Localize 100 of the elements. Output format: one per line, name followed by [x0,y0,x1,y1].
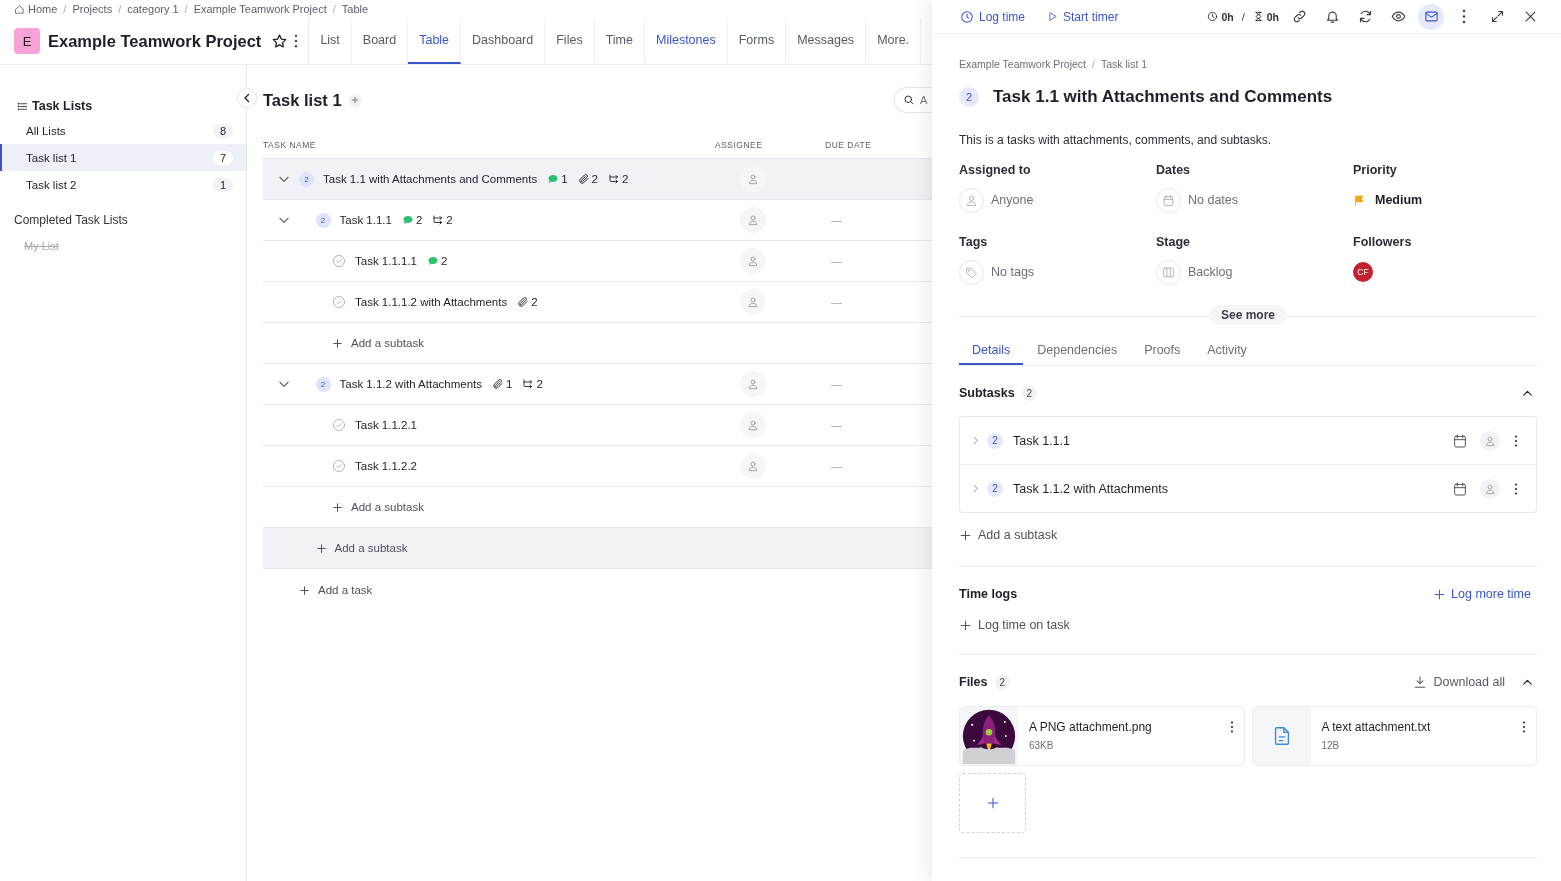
field-value[interactable]: Medium [1375,193,1423,207]
task-name[interactable]: Task 1.1.1 [339,214,392,226]
add-subtask-button[interactable]: Add a subtask [959,528,1058,542]
subtask-icon [522,378,535,390]
start-timer-button[interactable]: Start timer [1047,9,1119,24]
assignee-button[interactable] [740,371,766,397]
due-date: — [831,214,842,226]
more-icon[interactable] [1522,721,1526,733]
file-card[interactable]: A text attachment.txt 12B [1251,706,1537,766]
task-name[interactable]: Task 1.1.2 with Attachments [339,378,483,390]
tab[interactable]: Proofs [1131,343,1194,365]
bell-icon [1324,9,1340,24]
tab[interactable]: Dependencies [1024,343,1131,365]
check-circle-icon[interactable] [332,295,346,309]
subtask-name[interactable]: Task 1.1.1 [1013,433,1070,448]
field-value[interactable]: Anyone [991,193,1034,207]
task-row[interactable]: Task 1.1.2.2 — [263,446,932,487]
nav-tab[interactable]: Board [351,18,409,64]
task-row[interactable]: 2 Task 1.1 with Attachments and Comments 1 2 2 [263,159,932,200]
assignee-button[interactable] [1480,430,1500,451]
star-icon[interactable] [271,32,289,50]
sidebar-item[interactable]: All Lists 8 [0,117,246,144]
field-value[interactable]: Backlog [1188,265,1233,279]
breadcrumb-link[interactable]: Example Teamwork Project [193,3,327,15]
tab[interactable]: Details [959,343,1024,365]
attachment-count: 2 [591,173,598,185]
calendar-icon[interactable] [1452,480,1468,497]
subtask-name[interactable]: Task 1.1.2 with Attachments [1013,481,1168,496]
collapse-sidebar-button[interactable] [237,88,257,108]
search-field[interactable]: A [894,87,932,113]
check-circle-icon[interactable] [332,459,346,473]
task-row[interactable]: Task 1.1.1.1 2 — [263,241,932,282]
subtask-count-badge: 2 [987,432,1003,449]
task-count: 1 [212,177,233,192]
breadcrumb-separator: / [63,3,67,15]
assignee-button[interactable] [740,207,766,233]
follower-avatar[interactable]: CF [1353,262,1373,282]
log-more-time-button[interactable]: Log more time [1433,587,1531,601]
assignee-button[interactable] [740,248,766,274]
log-time-button[interactable]: Log time on task [959,618,1070,632]
field-value[interactable]: No dates [1188,193,1239,207]
task-name[interactable]: Task 1.1 with Attachments and Comments [323,173,538,185]
breadcrumb-link[interactable]: Table [341,3,369,15]
task-row[interactable]: Task 1.1.2.1 — [263,405,932,446]
task-row[interactable]: Task 1.1.1.2 with Attachments 2 — [263,282,932,323]
assignee-button[interactable] [1480,478,1500,499]
nav-tab[interactable]: More. [866,18,922,64]
nav-tab[interactable]: Messages [786,18,867,64]
file-size: 63KB [1029,740,1055,751]
task-row[interactable]: 2 Task 1.1.1 2 2 — [263,200,932,241]
more-icon[interactable] [1229,721,1234,733]
breadcrumb-link[interactable]: Home [14,3,58,15]
add-subtask-button[interactable]: Add a subtask [315,542,408,554]
task-name[interactable]: Task 1.1.2.1 [355,419,417,431]
nav-tab[interactable]: Milestones [644,18,728,64]
task-name[interactable]: Task 1.1.1.1 [355,255,417,267]
assignee-button[interactable] [740,453,766,479]
paperclip-icon [492,378,505,390]
nav-tab[interactable]: Dashboard [461,18,546,64]
nav-tab[interactable]: Time [594,18,645,64]
person-icon [965,193,978,207]
sidebar-item[interactable]: Task list 2 1 [0,171,246,198]
see-more-button[interactable]: See more [1209,305,1287,325]
log-time-button[interactable]: Log time [960,9,1026,24]
add-task-button[interactable]: Add a task [299,584,373,596]
check-circle-icon[interactable] [332,254,346,268]
sidebar-item[interactable]: Task list 1 7 [0,144,246,171]
assignee-button[interactable] [740,166,766,192]
field-label: Tags [959,235,989,249]
person-icon [1484,482,1496,495]
mail-button[interactable] [1418,3,1444,30]
more-icon [1462,9,1466,24]
add-subtask-button[interactable]: Add a subtask [332,337,424,349]
project-badge: E [14,28,40,54]
nav-tab[interactable]: Forms [727,18,787,64]
task-name[interactable]: Task 1.1.2.2 [355,460,417,472]
field-value[interactable]: No tags [991,265,1035,279]
download-all-button[interactable]: Download all [1413,675,1505,689]
tab[interactable]: Activity [1194,343,1260,365]
task-row[interactable]: 2 Task 1.1.2 with Attachments 1 2 — [263,364,932,405]
task-name[interactable]: Task 1.1.1.2 with Attachments [355,296,508,308]
add-button[interactable] [348,93,362,107]
assignee-button[interactable] [740,289,766,315]
file-card[interactable]: A PNG attachment.png 63KB [959,706,1245,766]
more-icon[interactable] [1514,434,1518,447]
nav-tab[interactable]: List [309,18,352,64]
more-icon[interactable] [294,34,299,48]
nav-tab[interactable]: Table [408,18,462,64]
breadcrumb-link[interactable]: Projects [72,3,113,15]
add-subtask-button[interactable]: Add a subtask [332,501,424,513]
nav-tab[interactable]: Files [545,18,595,64]
calendar-icon [1162,193,1175,207]
calendar-icon[interactable] [1452,432,1468,449]
assignee-button[interactable] [740,412,766,438]
more-icon[interactable] [1514,482,1518,495]
breadcrumb-link[interactable]: Task list 1 [1100,58,1148,70]
breadcrumb-link[interactable]: category 1 [127,3,179,15]
add-file-button[interactable] [959,773,1026,833]
check-circle-icon[interactable] [332,418,346,432]
breadcrumb-link[interactable]: Example Teamwork Project [959,58,1087,70]
